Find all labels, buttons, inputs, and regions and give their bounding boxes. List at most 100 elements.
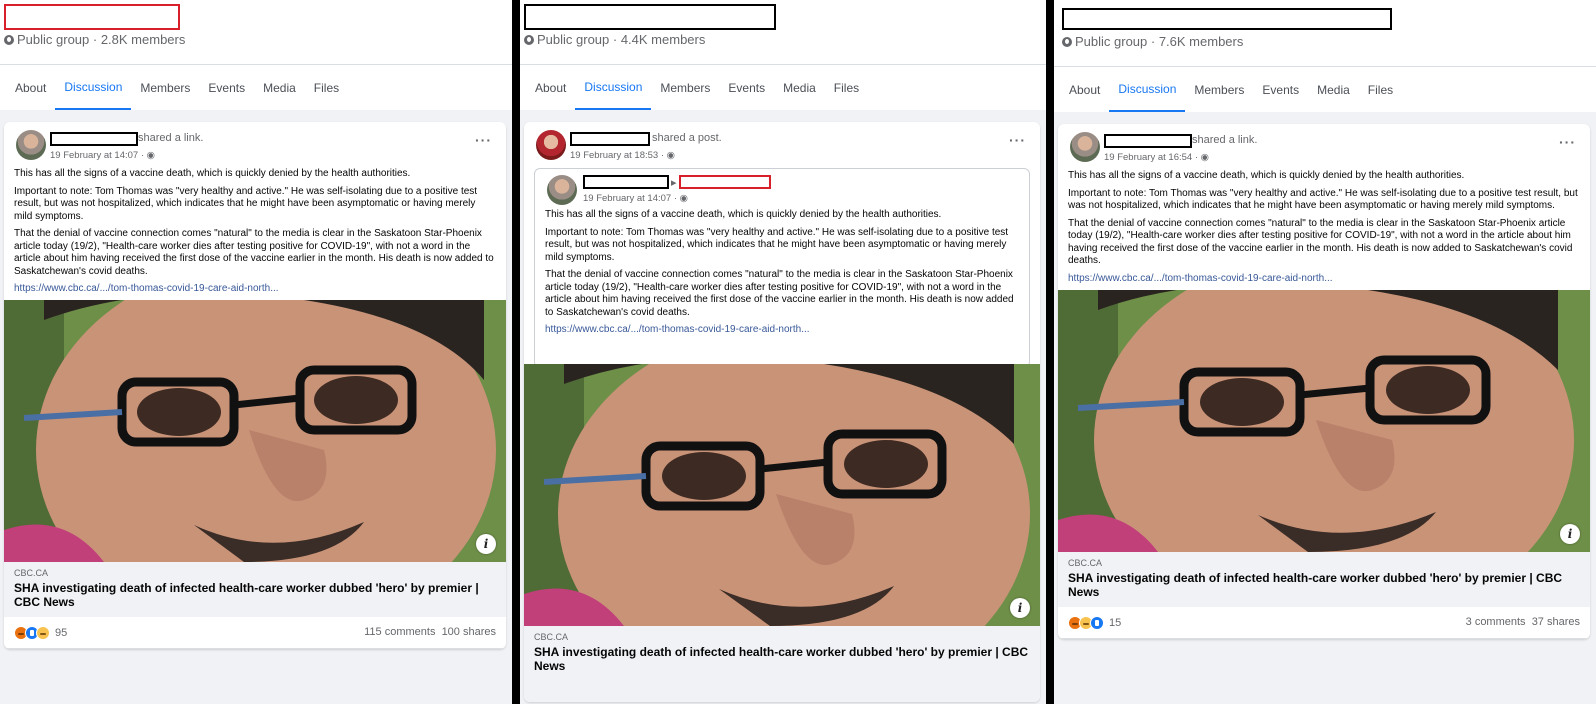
post-footer: 15 3 comments 37 shares (1058, 607, 1590, 639)
avatar[interactable] (547, 175, 577, 205)
comment-count[interactable]: 115 comments (364, 626, 435, 638)
group-header: Public group · 4.4K members (520, 0, 1046, 64)
post-header: shared a post. 19 February at 18:53 · ◉ … (524, 122, 1040, 168)
info-icon[interactable]: i (1010, 598, 1030, 618)
privacy-globe-icon: ◉ (146, 150, 155, 161)
post-timestamp[interactable]: 19 February at 16:54 · ◉ (1104, 152, 1209, 163)
group-header: Public group · 7.6K members (1054, 0, 1596, 64)
article-link[interactable]: https://www.cbc.ca/.../tom-thomas-covid-… (4, 283, 506, 294)
link-preview[interactable]: CBC.CA SHA investigating death of infect… (1058, 551, 1590, 607)
article-photo[interactable]: i (4, 300, 506, 562)
reactions-summary[interactable]: 95 (14, 626, 67, 640)
post-paragraph: Important to note: Tom Thomas was "very … (1068, 187, 1578, 212)
like-reaction-icon (1090, 615, 1104, 630)
group-meta: Public group · 2.8K members (4, 32, 185, 47)
globe-icon (4, 34, 14, 45)
group-meta: Public group · 7.6K members (1062, 34, 1243, 49)
post-paragraph: That the denial of vaccine connection co… (1068, 217, 1573, 267)
info-icon[interactable]: i (476, 534, 496, 554)
link-domain: CBC.CA (534, 632, 569, 642)
engagement-counts: 115 comments 100 shares (364, 626, 496, 638)
shared-label: shared a link. (138, 132, 204, 144)
tab-about[interactable]: About (6, 65, 55, 110)
redacted-group-name (524, 4, 776, 30)
reactions-summary[interactable]: 15 (1068, 615, 1122, 630)
avatar[interactable] (1070, 132, 1100, 162)
link-headline[interactable]: SHA investigating death of infected heal… (1068, 571, 1580, 599)
shared-post-card[interactable]: ▸ 19 February at 14:07 · ◉ This has all … (534, 168, 1030, 368)
group-panel-2: Public group · 4.4K members About Discus… (520, 0, 1046, 704)
tab-files[interactable]: Files (825, 65, 868, 110)
redacted-author-name (50, 132, 138, 146)
post-paragraph: This has all the signs of a vaccine deat… (14, 168, 411, 179)
feed: shared a post. 19 February at 18:53 · ◉ … (520, 110, 1046, 704)
tab-members[interactable]: Members (651, 65, 719, 110)
article-photo[interactable]: i (524, 364, 1040, 626)
group-header: Public group · 2.8K members (0, 0, 512, 64)
group-meta: Public group · 4.4K members (524, 32, 705, 47)
shared-post-header: ▸ 19 February at 14:07 · ◉ (535, 169, 1029, 209)
share-count[interactable]: 100 shares (442, 626, 496, 638)
redacted-group-name (679, 175, 771, 189)
info-icon[interactable]: i (1560, 523, 1580, 544)
tab-about[interactable]: About (1060, 67, 1109, 112)
post-paragraph: This has all the signs of a vaccine deat… (1068, 170, 1465, 181)
tab-members[interactable]: Members (131, 65, 199, 110)
more-options-icon[interactable]: ··· (475, 132, 492, 148)
tab-discussion[interactable]: Discussion (55, 65, 132, 110)
timestamp-text: 19 February at 16:54 · (1104, 152, 1201, 163)
group-tabs: About Discussion Members Events Media Fi… (520, 64, 1046, 110)
tab-media[interactable]: Media (1308, 67, 1359, 112)
link-preview[interactable]: CBC.CA SHA investigating death of infect… (4, 562, 506, 617)
avatar[interactable] (536, 130, 566, 160)
group-arrow-icon: ▸ (671, 177, 677, 189)
feed: shared a link. 19 February at 16:54 · ◉ … (1054, 112, 1596, 704)
tab-discussion[interactable]: Discussion (575, 65, 652, 110)
post-header: shared a link. 19 February at 14:07 · ◉ … (4, 122, 506, 168)
share-count[interactable]: 37 shares (1532, 616, 1580, 628)
tab-events[interactable]: Events (719, 65, 774, 110)
screenshot-composite: Public group · 2.8K members About Discus… (0, 0, 1596, 704)
timestamp-text: 19 February at 14:07 · (583, 193, 680, 204)
tab-discussion[interactable]: Discussion (1109, 67, 1186, 112)
article-link[interactable]: https://www.cbc.ca/.../tom-thomas-covid-… (535, 324, 1029, 335)
tab-files[interactable]: Files (1359, 67, 1402, 112)
post-card: shared a link. 19 February at 16:54 · ◉ … (1058, 124, 1590, 639)
post-timestamp[interactable]: 19 February at 14:07 · ◉ (50, 150, 155, 161)
article-photo[interactable]: i (1058, 289, 1590, 552)
tab-media[interactable]: Media (254, 65, 305, 110)
feed: shared a link. 19 February at 14:07 · ◉ … (0, 110, 512, 704)
more-options-icon[interactable]: ··· (1559, 134, 1576, 150)
redacted-author-name (1104, 134, 1192, 148)
link-preview[interactable]: CBC.CA SHA investigating death of infect… (524, 626, 1040, 702)
avatar[interactable] (16, 130, 46, 160)
globe-icon (524, 34, 534, 45)
tab-members[interactable]: Members (1185, 67, 1253, 112)
portrait-image (4, 300, 506, 562)
portrait-image (524, 364, 1040, 626)
post-body: This has all the signs of a vaccine deat… (4, 168, 506, 278)
link-headline[interactable]: SHA investigating death of infected heal… (534, 645, 1030, 673)
group-tabs: About Discussion Members Events Media Fi… (1054, 66, 1596, 112)
tab-events[interactable]: Events (199, 65, 254, 110)
tab-files[interactable]: Files (305, 65, 348, 110)
post-body: This has all the signs of a vaccine deat… (535, 209, 1029, 319)
group-tabs: About Discussion Members Events Media Fi… (0, 64, 512, 110)
reaction-count: 15 (1109, 616, 1122, 629)
post-timestamp[interactable]: 19 February at 18:53 · ◉ (570, 150, 675, 161)
post-footer: 95 115 comments 100 shares (4, 617, 506, 649)
shared-label: shared a post. (652, 132, 722, 144)
post-paragraph: That the denial of vaccine connection co… (545, 269, 1014, 318)
comment-count[interactable]: 3 comments (1466, 616, 1526, 628)
post-card: shared a link. 19 February at 14:07 · ◉ … (4, 122, 506, 649)
link-headline[interactable]: SHA investigating death of infected heal… (14, 581, 496, 609)
tab-events[interactable]: Events (1253, 67, 1308, 112)
post-timestamp[interactable]: 19 February at 14:07 · ◉ (583, 193, 688, 204)
article-link[interactable]: https://www.cbc.ca/.../tom-thomas-covid-… (1058, 273, 1590, 284)
more-options-icon[interactable]: ··· (1009, 132, 1026, 148)
tab-about[interactable]: About (526, 65, 575, 110)
group-panel-1: Public group · 2.8K members About Discus… (0, 0, 512, 704)
link-domain: CBC.CA (1068, 557, 1103, 568)
tab-media[interactable]: Media (774, 65, 825, 110)
engagement-counts: 3 comments 37 shares (1466, 616, 1580, 628)
